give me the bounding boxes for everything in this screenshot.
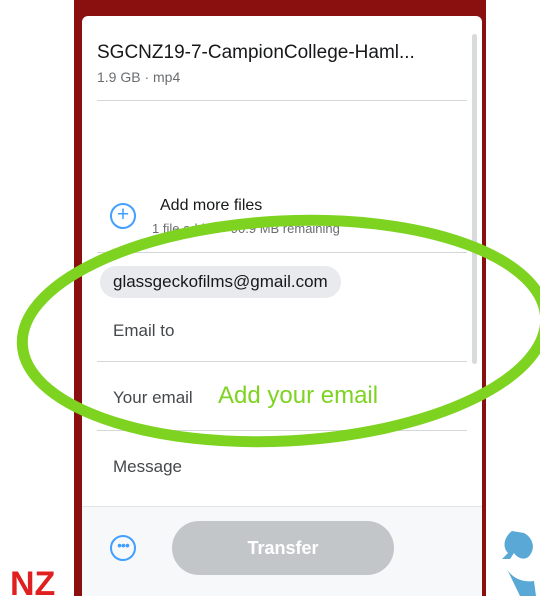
divider [97, 361, 467, 362]
your-email-field[interactable]: Your email [113, 388, 193, 408]
file-item: SGCNZ19-7-CampionCollege-Haml... 1.9 GB … [97, 42, 464, 85]
gecko-logo-icon [502, 531, 536, 596]
file-name: SGCNZ19-7-CampionCollege-Haml... [97, 42, 415, 63]
divider [97, 100, 467, 101]
divider [97, 430, 467, 431]
divider [97, 252, 467, 253]
transfer-panel: SGCNZ19-7-CampionCollege-Haml... 1.9 GB … [82, 16, 482, 596]
scrollbar[interactable] [472, 34, 477, 364]
add-your-email-annotation: Add your email [218, 382, 379, 409]
recipient-chip[interactable]: glassgeckofilms@gmail.com [100, 266, 341, 298]
sgcnz-logo: NZ [10, 565, 56, 603]
plus-circle-icon[interactable]: + [110, 203, 136, 229]
transfer-button[interactable]: Transfer [172, 521, 394, 575]
more-options-icon[interactable]: ••• [110, 535, 136, 561]
message-field[interactable]: Message [113, 457, 182, 477]
add-more-files-button[interactable]: Add more files [160, 197, 262, 215]
email-to-field[interactable]: Email to [113, 321, 174, 341]
file-meta: 1.9 GB · mp4 [97, 69, 181, 85]
files-added-status: 1 file added · 90.9 MB remaining [152, 221, 340, 236]
